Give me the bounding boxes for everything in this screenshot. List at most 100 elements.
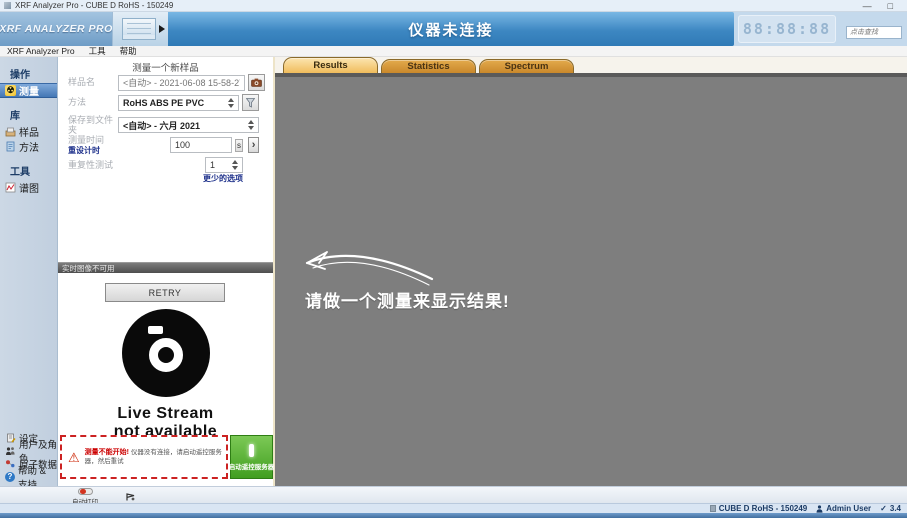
maximize-button[interactable]: □ (888, 1, 893, 11)
method-row: 方法 RoHS ABS PE PVC (68, 94, 259, 111)
section-header-operation: 操作 (0, 66, 57, 81)
toggle-icon (78, 488, 93, 495)
menu-tools[interactable]: 工具 (82, 45, 113, 57)
camera-icon (122, 309, 210, 397)
method-select[interactable]: RoHS ABS PE PVC (118, 95, 239, 111)
bottom-strip (0, 513, 907, 518)
statusbar-device: CUBE D RoHS - 150249 (710, 504, 807, 513)
user-name: Admin User (826, 504, 871, 513)
sidebar-item-label: 样品 (19, 124, 39, 139)
sidebar-item-method[interactable]: 方法 (0, 139, 57, 154)
tab-statistics[interactable]: Statistics (381, 59, 476, 73)
fewer-options-link[interactable]: 更少的选项 (203, 173, 243, 184)
clock-display: 88:88:88 (738, 15, 836, 43)
sample-icon (5, 126, 16, 137)
clock-digits: 88:88:88 (743, 20, 831, 38)
search-input[interactable] (846, 26, 902, 39)
live-stream-placeholder: Live Stream not available (58, 309, 273, 442)
save-folder-label: 保存到文件夹 (68, 115, 118, 136)
results-area: Results Statistics Spectrum 请做一个测量来显示结果! (275, 57, 907, 486)
camera-small-icon (251, 78, 262, 87)
warning-icon: ⚠ (68, 451, 80, 464)
menu-help[interactable]: 帮助 (113, 45, 144, 57)
sample-name-input[interactable] (118, 75, 245, 91)
sidebar-item-spectrum[interactable]: 谱图 (0, 180, 57, 195)
sidebar-item-help[interactable]: ? 帮助 & 支持 (0, 470, 58, 483)
options-row: 更少的选项 (68, 173, 259, 184)
help-icon: ? (5, 472, 15, 482)
method-icon (5, 141, 16, 152)
warning-title: 测量不能开始! (85, 449, 129, 456)
sidebar-item-label: 测量 (19, 83, 39, 98)
start-measurement-button[interactable]: › (248, 137, 259, 153)
instrument-image (122, 18, 156, 40)
method-filter-button[interactable] (242, 94, 259, 111)
sidebar-item-users[interactable]: 用户及角色 (0, 444, 58, 457)
minimize-button[interactable]: — (863, 1, 872, 11)
power-icon (249, 444, 254, 457)
device-icon (710, 505, 716, 512)
sample-name-label: 样品名 (68, 77, 118, 87)
main-area: 操作 ☢ 测量 库 样品 方法 工具 (0, 57, 907, 486)
retry-button[interactable]: RETRY (105, 283, 225, 302)
instrument-thumbnail[interactable] (112, 12, 168, 46)
settings-icon (5, 432, 16, 443)
sidebar-item-label: 方法 (19, 139, 39, 154)
bottom-toolbar: 自动打印 最佳实践 (0, 486, 907, 503)
spectrum-icon (5, 182, 16, 193)
spinner-icon[interactable] (228, 160, 238, 170)
results-placeholder-message: 请做一个测量来显示结果! (305, 287, 510, 312)
sample-name-row: 样品名 (68, 74, 259, 91)
section-header-tools: 工具 (0, 163, 57, 178)
menu-app[interactable]: XRF Analyzer Pro (0, 46, 82, 56)
repeat-test-row: 重复性测试 1 (68, 157, 259, 173)
save-folder-value: <自动> - 六月 2021 (123, 119, 200, 132)
time-unit-button[interactable]: s (235, 139, 243, 152)
sidebar-bottom-group: 设定 用户及角色 原子数据 ? 帮助 & 支持 (0, 431, 58, 483)
spinner-icon[interactable] (244, 120, 254, 130)
method-label: 方法 (68, 97, 118, 107)
live-stream-message-line1: Live Stream (117, 405, 213, 423)
form-title: 测量一个新样品 (58, 60, 273, 74)
measure-time-input[interactable] (170, 137, 232, 153)
header-band: XRF ANALYZER PRO 仪器未连接 88:88:88 (0, 12, 907, 46)
measure-time-row: 测量时间 重设计时 s › (68, 135, 259, 156)
results-tabs: Results Statistics Spectrum (283, 57, 574, 73)
sample-photo-button[interactable] (248, 74, 265, 91)
results-content: 请做一个测量来显示结果! (275, 77, 907, 486)
repeat-count-value: 1 (210, 160, 215, 170)
app-icon (4, 2, 11, 9)
statusbar: CUBE D RoHS - 150249 Admin User ✓ 3.4 (0, 503, 907, 513)
search-box (846, 21, 902, 34)
user-icon (816, 505, 823, 513)
camera-panel-header: 实时图像不可用 (58, 262, 273, 273)
spinner-icon[interactable] (224, 98, 234, 108)
xrf-analyzer-window: XRF Analyzer Pro - CUBE D RoHS - 150249 … (0, 0, 907, 518)
start-remote-server-button[interactable]: 启动遥控服务器 (230, 435, 273, 479)
radiation-icon: ☢ (5, 85, 16, 96)
measure-time-text: 测量时间 (68, 135, 104, 145)
start-remote-server-label: 启动遥控服务器 (229, 461, 275, 471)
tab-spectrum[interactable]: Spectrum (479, 59, 574, 73)
sidebar: 操作 ☢ 测量 库 样品 方法 工具 (0, 57, 58, 486)
window-title: XRF Analyzer Pro - CUBE D RoHS - 150249 (15, 1, 173, 10)
play-icon[interactable] (159, 25, 165, 33)
device-name: CUBE D RoHS - 150249 (719, 504, 807, 513)
funnel-icon (246, 98, 255, 108)
app-logo: XRF ANALYZER PRO (0, 12, 112, 46)
save-folder-row: 保存到文件夹 <自动> - 六月 2021 (68, 115, 259, 136)
warning-box: ⚠ 测量不能开始! 仪器没有连接，请启动遥控服务器，然后重试 (60, 435, 228, 479)
sidebar-item-label: 谱图 (19, 180, 39, 195)
measurement-form-panel: 测量一个新样品 样品名 方法 RoHS ABS PE PVC 保 (58, 57, 275, 486)
save-folder-select[interactable]: <自动> - 六月 2021 (118, 117, 259, 133)
users-icon (5, 445, 16, 456)
connection-banner: 仪器未连接 (168, 12, 734, 46)
repeat-test-label: 重复性测试 (68, 160, 148, 170)
repeat-count-spinner[interactable]: 1 (205, 157, 243, 173)
reset-timer-link[interactable]: 重设计时 (68, 146, 100, 155)
sidebar-item-measure[interactable]: ☢ 测量 (0, 83, 57, 98)
app-logo-text: XRF ANALYZER PRO (0, 23, 113, 35)
sidebar-item-sample[interactable]: 样品 (0, 124, 57, 139)
tab-results[interactable]: Results (283, 57, 378, 73)
statusbar-user[interactable]: Admin User (816, 504, 871, 513)
